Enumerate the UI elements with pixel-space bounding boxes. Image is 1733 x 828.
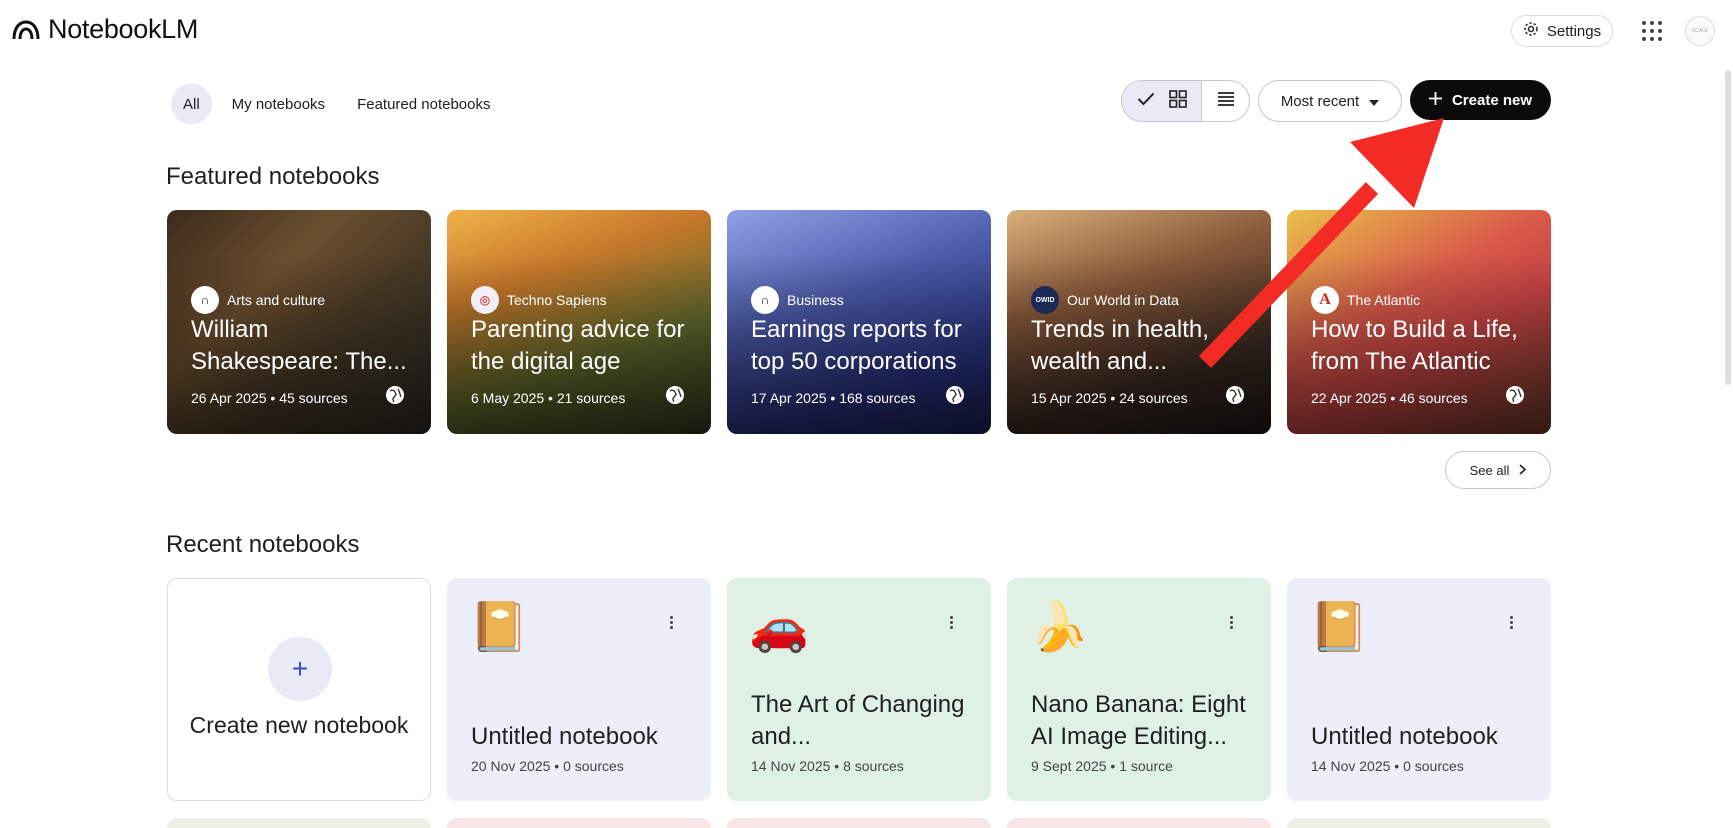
- featured-card-parenting[interactable]: ◎ Techno Sapiens Parenting advice for the…: [447, 210, 711, 434]
- featured-card-shakespeare[interactable]: ∩ Arts and culture William Shakespeare: T…: [167, 210, 431, 434]
- sort-label: Most recent: [1280, 92, 1360, 110]
- more-options-icon[interactable]: [1230, 616, 1233, 629]
- see-all-label: See all: [1469, 462, 1510, 478]
- featured-card-earnings[interactable]: ∩ Business Earnings reports for top 50 co…: [727, 210, 991, 434]
- tab-all[interactable]: All: [171, 84, 212, 124]
- card-source: A The Atlantic: [1311, 286, 1420, 314]
- card-source: ∩ Business: [751, 286, 844, 314]
- app-brand[interactable]: NotebookLM: [12, 14, 198, 45]
- techno-sapiens-logo-icon: ◎: [471, 286, 499, 314]
- notebook-card[interactable]: 🍌 Nano Banana: Eight AI Image Editing...…: [1007, 578, 1271, 801]
- card-title: Parenting advice for the digital age: [471, 316, 685, 375]
- card-source: OWID Our World in Data: [1031, 286, 1179, 314]
- card-source: ◎ Techno Sapiens: [471, 286, 607, 314]
- card-title: Earnings reports for top 50 corporations: [751, 316, 962, 375]
- featured-section-title: Featured notebooks: [166, 163, 380, 190]
- scrollbar[interactable]: [1725, 70, 1731, 385]
- tab-featured-notebooks[interactable]: Featured notebooks: [345, 84, 502, 124]
- more-options-icon[interactable]: [950, 616, 953, 629]
- more-options-icon[interactable]: [1510, 616, 1513, 629]
- featured-card-atlantic[interactable]: A The Atlantic How to Build a Life, from …: [1287, 210, 1551, 434]
- banana-emoji-icon: 🍌: [1029, 601, 1089, 654]
- notebook-filter-tabs: All My notebooks Featured notebooks: [171, 84, 503, 124]
- app-name: NotebookLM: [48, 14, 199, 44]
- featured-card-trends[interactable]: OWID Our World in Data Trends in health, …: [1007, 210, 1271, 434]
- notebooklm-source-icon: ∩: [191, 286, 219, 314]
- notebook-emoji-icon: 📔: [1309, 601, 1369, 654]
- card-title: How to Build a Life, from The Atlantic: [1311, 316, 1518, 375]
- caret-down-icon: [1369, 93, 1380, 110]
- list-view-button[interactable]: [1202, 81, 1249, 121]
- the-atlantic-logo-icon: A: [1311, 286, 1339, 314]
- card-meta: 17 Apr 2025 • 168 sources: [751, 390, 916, 406]
- recent-section-title: Recent notebooks: [166, 531, 360, 558]
- grid-icon: [1168, 89, 1187, 113]
- globe-icon: [385, 385, 405, 410]
- see-all-button[interactable]: See all: [1445, 451, 1551, 489]
- notebook-card[interactable]: 📔 Untitled notebook 14 Nov 2025 • 0 sour…: [1287, 578, 1551, 801]
- create-new-label: Create new: [1451, 91, 1533, 109]
- grid-view-button[interactable]: [1122, 81, 1202, 121]
- card-meta: 22 Apr 2025 • 46 sources: [1311, 390, 1468, 406]
- notebook-card-peek: [1287, 818, 1551, 828]
- card-title: Trends in health, wealth and...: [1031, 316, 1209, 375]
- card-meta: 26 Apr 2025 • 45 sources: [191, 390, 348, 406]
- notebook-title: Untitled notebook: [471, 723, 658, 750]
- card-title: William Shakespeare: The...: [191, 316, 407, 375]
- card-meta: 6 May 2025 • 21 sources: [471, 390, 626, 406]
- notebook-meta: 14 Nov 2025 • 0 sources: [1311, 758, 1464, 774]
- notebook-card-peek: [447, 818, 711, 828]
- list-icon: [1217, 91, 1235, 112]
- notebook-meta: 20 Nov 2025 • 0 sources: [471, 758, 624, 774]
- notebook-card-peek: [167, 818, 431, 828]
- apps-grid-icon[interactable]: [1642, 21, 1662, 41]
- card-meta: 15 Apr 2025 • 24 sources: [1031, 390, 1188, 406]
- tab-my-notebooks[interactable]: My notebooks: [220, 84, 337, 124]
- notebooklm-logo-icon: [12, 19, 40, 41]
- globe-icon: [945, 385, 965, 410]
- view-toggle: [1121, 80, 1250, 122]
- check-icon: [1137, 92, 1155, 111]
- plus-icon: [1428, 91, 1442, 109]
- notebook-title: Untitled notebook: [1311, 723, 1498, 750]
- globe-icon: [665, 385, 685, 410]
- gear-icon: [1523, 21, 1539, 41]
- avatar-text: SCALE: [1691, 28, 1709, 34]
- plus-icon: +: [268, 637, 332, 701]
- notebook-meta: 14 Nov 2025 • 8 sources: [751, 758, 904, 774]
- create-new-button[interactable]: Create new: [1410, 80, 1551, 120]
- card-source: ∩ Arts and culture: [191, 286, 325, 314]
- create-new-notebook-label: Create new notebook: [189, 712, 409, 738]
- notebooklm-source-icon: ∩: [751, 286, 779, 314]
- more-options-icon[interactable]: [670, 616, 673, 629]
- car-emoji-icon: 🚗: [749, 601, 809, 654]
- notebook-emoji-icon: 📔: [469, 601, 529, 654]
- notebook-meta: 9 Sept 2025 • 1 source: [1031, 758, 1173, 774]
- settings-label: Settings: [1546, 22, 1602, 40]
- globe-icon: [1225, 385, 1245, 410]
- our-world-in-data-logo-icon: OWID: [1031, 286, 1059, 314]
- notebook-title: The Art of Changing and...: [751, 691, 965, 750]
- create-new-notebook-card[interactable]: + Create new notebook: [167, 578, 431, 801]
- sort-dropdown[interactable]: Most recent: [1258, 80, 1402, 122]
- notebook-card[interactable]: 🚗 The Art of Changing and... 14 Nov 2025…: [727, 578, 991, 801]
- notebook-card-peek: [1007, 818, 1271, 828]
- globe-icon: [1505, 385, 1525, 410]
- notebook-card[interactable]: 📔 Untitled notebook 20 Nov 2025 • 0 sour…: [447, 578, 711, 801]
- avatar[interactable]: SCALE: [1685, 16, 1715, 46]
- settings-button[interactable]: Settings: [1511, 15, 1613, 47]
- chevron-right-icon: [1519, 463, 1527, 478]
- notebook-title: Nano Banana: Eight AI Image Editing...: [1031, 691, 1246, 750]
- notebook-card-peek: [727, 818, 991, 828]
